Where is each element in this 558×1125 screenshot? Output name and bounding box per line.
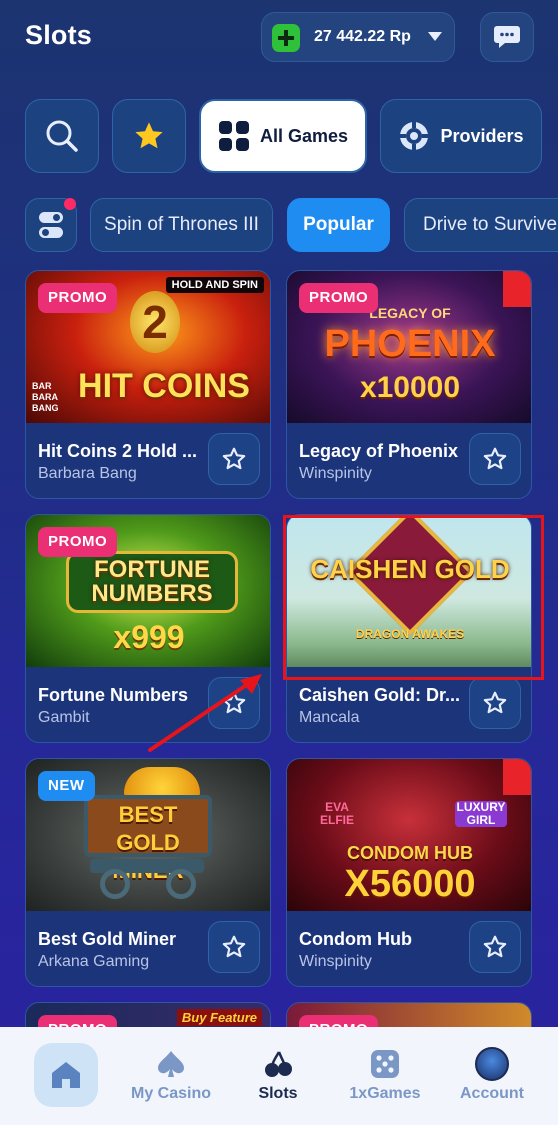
thumb-title: PHOENIX — [324, 323, 496, 365]
chat-icon — [494, 26, 520, 48]
balance-amount: 27 442.22 Rp — [314, 28, 411, 45]
game-card[interactable]: HOLD AND SPIN 2 HIT COINS BAR BARA BANG … — [25, 270, 271, 499]
game-provider: Arkana Gaming — [38, 953, 150, 970]
game-thumbnail[interactable]: EVA ELFIE LUXURY GIRL CONDOM HUB X56000 — [287, 759, 531, 911]
chevron-down-icon — [428, 32, 442, 41]
star-outline-icon — [222, 447, 246, 470]
deposit-plus-icon[interactable] — [272, 24, 300, 52]
game-provider: Gambit — [38, 709, 90, 726]
toggle-filter-icon — [39, 212, 63, 238]
star-outline-icon — [483, 691, 507, 714]
home-icon — [52, 1062, 80, 1088]
thumb-number: x10000 — [359, 371, 461, 404]
thumb-wheel — [100, 869, 130, 899]
game-provider: Winspinity — [299, 465, 372, 482]
star-outline-icon — [483, 447, 507, 470]
thumb-title: HIT COINS — [78, 367, 250, 405]
provider-corner-logo — [503, 759, 531, 795]
game-card[interactable]: EVA ELFIE LUXURY GIRL CONDOM HUB X56000 … — [286, 758, 532, 987]
thumb-subtitle: HOLD AND SPIN — [165, 277, 264, 293]
new-badge: NEW — [38, 771, 95, 801]
tab-label: Providers — [440, 125, 524, 146]
thumb-title: FORTUNE NUMBERS — [66, 551, 238, 613]
annotation-arrow — [148, 674, 262, 752]
spade-icon — [158, 1051, 184, 1077]
star-outline-icon — [483, 935, 507, 958]
favorite-button[interactable] — [208, 921, 260, 973]
nav-account[interactable]: Account — [452, 1027, 532, 1125]
thumb-tag: Buy Feature — [176, 1009, 262, 1026]
nav-my-casino[interactable]: My Casino — [126, 1027, 216, 1125]
thumb-provider-logo: BAR BARA BANG — [32, 381, 59, 413]
nav-label: Slots — [258, 1085, 298, 1102]
chip-drive-to-survive[interactable]: Drive to Survive — [404, 198, 558, 252]
star-icon — [135, 122, 163, 149]
search-button[interactable] — [25, 99, 99, 173]
promo-badge: PROMO — [38, 527, 118, 557]
promo-badge: PROMO — [299, 283, 379, 313]
page-title: Slots — [25, 20, 93, 50]
cherry-icon — [265, 1051, 292, 1077]
game-provider: Barbara Bang — [38, 465, 137, 482]
nav-home[interactable] — [34, 1043, 98, 1107]
chip-spin-of-thrones[interactable]: Spin of Thrones III — [90, 198, 273, 252]
bottom-nav: My Casino Slots 1xGames Account — [0, 1027, 558, 1125]
game-provider: Mancala — [299, 709, 360, 726]
nav-1xgames[interactable]: 1xGames — [340, 1027, 430, 1125]
nav-label: 1xGames — [349, 1085, 421, 1102]
thumb-number: 2 — [130, 291, 180, 353]
thumb-tag: LUXURY GIRL — [455, 800, 507, 827]
game-name: Condom Hub — [299, 929, 412, 949]
grid-icon — [218, 121, 249, 151]
thumb-number: X56000 — [344, 863, 476, 905]
tab-providers[interactable]: Providers — [380, 99, 542, 173]
game-provider: Winspinity — [299, 953, 372, 970]
promo-badge: PROMO — [38, 283, 118, 313]
game-name: Caishen Gold: Dr... — [299, 685, 461, 705]
nav-label: My Casino — [130, 1085, 211, 1102]
game-name: Best Gold Miner — [38, 929, 177, 949]
nav-label: Account — [460, 1085, 524, 1102]
star-outline-icon — [222, 935, 246, 958]
tab-all-games[interactable]: All Games — [199, 99, 367, 173]
provider-corner-logo — [503, 271, 531, 307]
highlight-box — [283, 515, 544, 680]
avatar-icon — [475, 1047, 509, 1081]
thumb-title: CONDOM HUB — [347, 843, 473, 863]
game-name: Legacy of Phoenix — [299, 441, 459, 461]
nav-slots[interactable]: Slots — [238, 1027, 318, 1125]
game-card[interactable]: BEST GOLD MINER NEW Best Gold Miner Arka… — [25, 758, 271, 987]
favorite-button[interactable] — [469, 677, 521, 729]
thumb-number: x999 — [113, 619, 185, 655]
favorite-button[interactable] — [208, 433, 260, 485]
thumb-gold-pile — [124, 767, 200, 797]
favorite-button[interactable] — [469, 921, 521, 973]
search-icon — [46, 120, 78, 152]
chat-button[interactable] — [480, 12, 534, 62]
dice-icon — [371, 1050, 399, 1078]
notification-dot — [64, 198, 76, 210]
balance-dropdown[interactable]: 27 442.22 Rp — [261, 12, 455, 62]
chip-popular[interactable]: Popular — [287, 198, 390, 252]
thumb-tag: EVA ELFIE — [319, 800, 354, 827]
game-card[interactable]: LEGACY OF PHOENIX x10000 PROMO Legacy of… — [286, 270, 532, 499]
thumb-wheel — [166, 869, 196, 899]
chip-icon — [400, 122, 429, 150]
thumb-title: BEST GOLD MINER — [84, 795, 212, 883]
favorites-button[interactable] — [112, 99, 186, 173]
tab-label: All Games — [259, 125, 349, 146]
favorite-button[interactable] — [469, 433, 521, 485]
game-name: Hit Coins 2 Hold ... — [38, 441, 198, 461]
